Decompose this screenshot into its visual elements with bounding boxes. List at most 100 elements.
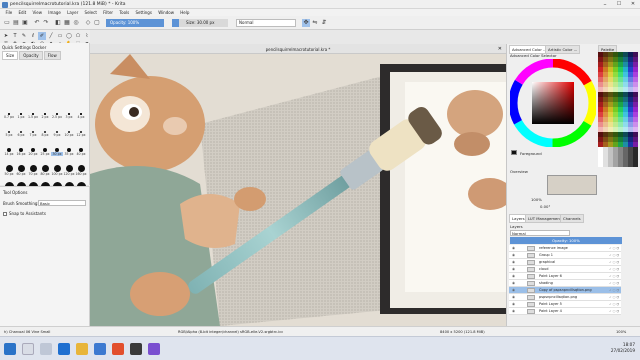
- layer-flags-icon[interactable]: ✓ ▢ ◔: [609, 273, 619, 280]
- layer-row[interactable]: ◉ Group 1 ✓ ▢ ◔: [509, 252, 621, 259]
- brush-size-preset[interactable]: 12 px: [75, 127, 87, 143]
- visibility-icon[interactable]: ◉: [512, 259, 515, 266]
- layer-row[interactable]: ◉ Paint Layer 5 ✓ ▢ ◔: [509, 301, 621, 308]
- layer-flags-icon[interactable]: ✓ ▢ ◔: [609, 287, 619, 294]
- layer-flags-icon[interactable]: ✓ ▢ ◔: [609, 308, 619, 315]
- layer-row[interactable]: ◉ reference image ✓ ▢ ◔: [509, 245, 621, 252]
- visibility-icon[interactable]: ◉: [512, 294, 515, 301]
- eraser-mode-icon[interactable]: ◇: [84, 19, 92, 27]
- brush-size-preset[interactable]: 0.7 px: [3, 109, 15, 125]
- palette-swatches[interactable]: [598, 52, 638, 167]
- polyline-tool-icon[interactable]: ⌇: [83, 32, 91, 40]
- opacity-slider[interactable]: Opacity: 100%: [106, 19, 164, 27]
- calligraphy-icon[interactable]: ℓ: [29, 32, 37, 40]
- brush-size-preset[interactable]: 60 px: [15, 163, 27, 179]
- file-explorer-icon[interactable]: [76, 343, 88, 355]
- brush-size-preset[interactable]: 25 px: [39, 145, 51, 161]
- brush-size-preset[interactable]: 9 px: [51, 127, 63, 143]
- visibility-icon[interactable]: ◉: [512, 308, 515, 315]
- layer-row[interactable]: ◉ pspsnpncillsqtion.png ✓ ▢ ◔: [509, 294, 621, 301]
- foreground-swatch[interactable]: [511, 150, 517, 155]
- store-icon[interactable]: [94, 343, 106, 355]
- layer-blend-mode-select[interactable]: Normal: [510, 230, 570, 236]
- app-icon-red[interactable]: [112, 343, 124, 355]
- tab-flow[interactable]: Flow: [43, 51, 61, 60]
- app-icon-dark[interactable]: [130, 343, 142, 355]
- status-brush-name[interactable]: h) Charcoal 06 Vine Small: [4, 330, 50, 334]
- snap-to-assistants[interactable]: Snap to Assistants: [3, 211, 46, 216]
- brush-size-preset[interactable]: 35 px: [63, 145, 75, 161]
- brush-size-preset[interactable]: 14 px: [3, 145, 15, 161]
- close-button[interactable]: ✕: [626, 0, 640, 9]
- brush-size-preset[interactable]: 16 px: [15, 145, 27, 161]
- maximize-button[interactable]: ☐: [612, 0, 626, 9]
- layer-flags-icon[interactable]: ✓ ▢ ◔: [609, 245, 619, 252]
- tab-lut-management[interactable]: LUT Management: [525, 214, 565, 223]
- taskbar-clock[interactable]: 18:07 27/02/2019: [611, 342, 635, 354]
- brush-size-preset[interactable]: 70 px: [27, 163, 39, 179]
- blend-mode-select[interactable]: Normal: [236, 19, 296, 27]
- brush-size-preset[interactable]: 50 px: [3, 163, 15, 179]
- menu-filter[interactable]: Filter: [103, 9, 113, 16]
- visibility-icon[interactable]: ◉: [512, 266, 515, 273]
- task-view-icon[interactable]: [40, 343, 52, 355]
- polygon-tool-icon[interactable]: ⬠: [74, 32, 82, 40]
- select-shapes-icon[interactable]: ➤: [2, 32, 10, 40]
- close-document-icon[interactable]: ✕: [498, 46, 502, 52]
- brush-size-preset[interactable]: 40 px: [75, 145, 87, 161]
- minimize-button[interactable]: –: [598, 0, 612, 9]
- menu-tools[interactable]: Tools: [119, 9, 129, 16]
- menu-help[interactable]: Help: [180, 9, 189, 16]
- edge-icon[interactable]: [58, 343, 70, 355]
- brush-size-preset[interactable]: 20 px: [27, 145, 39, 161]
- menu-file[interactable]: File: [6, 9, 13, 16]
- palette-swatch[interactable]: [633, 162, 638, 167]
- freehand-brush-icon[interactable]: ✐: [38, 32, 46, 40]
- ellipse-tool-icon[interactable]: ◯: [65, 32, 73, 40]
- text-tool-icon[interactable]: T: [11, 32, 19, 40]
- overview-thumbnail[interactable]: [547, 175, 597, 195]
- brush-size-preset[interactable]: 80 px: [39, 163, 51, 179]
- size-slider[interactable]: Size: 30.00 px: [172, 19, 228, 27]
- layer-row[interactable]: ◉ Paint Layer 6 ✓ ▢ ◔: [509, 273, 621, 280]
- search-icon[interactable]: [22, 343, 34, 355]
- krita-taskbar-icon[interactable]: [148, 343, 160, 355]
- brush-size-preset[interactable]: 1 px: [15, 109, 27, 125]
- menu-window[interactable]: Window: [158, 9, 174, 16]
- canvas[interactable]: [90, 54, 506, 326]
- tab-channels[interactable]: Channels: [560, 214, 584, 223]
- layer-row[interactable]: ◉ shading ✓ ▢ ◔: [509, 280, 621, 287]
- tab-size[interactable]: Size: [2, 51, 19, 60]
- layer-flags-icon[interactable]: ✓ ▢ ◔: [609, 259, 619, 266]
- layer-flags-icon[interactable]: ✓ ▢ ◔: [609, 266, 619, 273]
- visibility-icon[interactable]: ◉: [512, 245, 515, 252]
- line-tool-icon[interactable]: ╱: [47, 32, 55, 40]
- layer-row[interactable]: ◉ Paint Layer 4 ✓ ▢ ◔: [509, 308, 621, 315]
- status-zoom[interactable]: 100%: [616, 330, 626, 334]
- pattern-icon[interactable]: ▦: [63, 19, 71, 27]
- brush-size-preset[interactable]: 6 px: [15, 127, 27, 143]
- snap-checkbox[interactable]: [3, 212, 7, 216]
- new-document-icon[interactable]: ▭: [3, 19, 11, 27]
- gradient-icon[interactable]: ◧: [54, 19, 62, 27]
- brush-preset-icon[interactable]: ◎: [72, 19, 80, 27]
- menu-view[interactable]: View: [33, 9, 43, 16]
- redo-icon[interactable]: ↷: [42, 19, 50, 27]
- layer-flags-icon[interactable]: ✓ ▢ ◔: [609, 294, 619, 301]
- visibility-icon[interactable]: ◉: [512, 287, 515, 294]
- brush-size-preset[interactable]: 30 px: [51, 145, 63, 161]
- menu-edit[interactable]: Edit: [18, 9, 26, 16]
- wrap-around-icon[interactable]: ✥: [302, 19, 310, 27]
- menu-layer[interactable]: Layer: [67, 9, 78, 16]
- preserve-alpha-icon[interactable]: ▢: [93, 19, 101, 27]
- layer-row[interactable]: ◉ cloud ✓ ▢ ◔: [509, 266, 621, 273]
- visibility-icon[interactable]: ◉: [512, 252, 515, 259]
- color-wheel[interactable]: [510, 59, 596, 147]
- brush-size-preset[interactable]: 10 px: [63, 127, 75, 143]
- edit-shapes-icon[interactable]: ✎: [20, 32, 28, 40]
- layer-flags-icon[interactable]: ✓ ▢ ◔: [609, 301, 619, 308]
- undo-icon[interactable]: ↶: [33, 19, 41, 27]
- brush-size-preset[interactable]: 5 px: [3, 127, 15, 143]
- mirror-vertical-icon[interactable]: ⇵: [320, 19, 328, 27]
- brush-size-preset[interactable]: 160 px: [75, 163, 87, 179]
